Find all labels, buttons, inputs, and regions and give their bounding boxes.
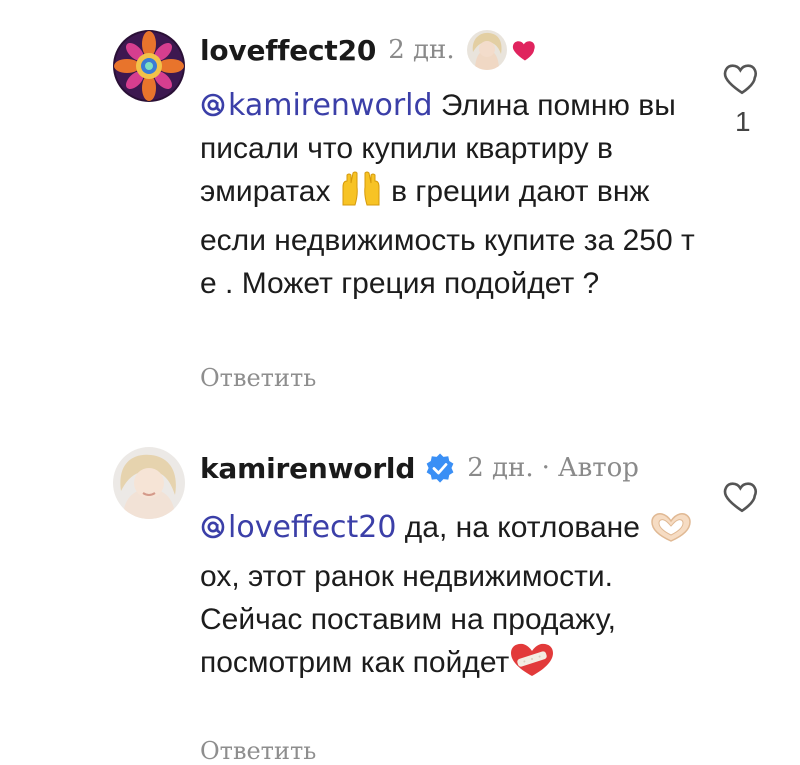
username[interactable]: loveffect20: [200, 34, 376, 67]
separator-dot: ·: [541, 453, 550, 483]
reply-button[interactable]: Ответить: [200, 364, 316, 392]
mention-at-icon: [200, 87, 226, 117]
username[interactable]: kamirenworld: [200, 452, 415, 485]
like-button[interactable]: [722, 60, 762, 96]
avatar[interactable]: [113, 30, 185, 102]
timestamp: 2 дн.: [388, 35, 455, 65]
like-button[interactable]: [722, 478, 762, 514]
timestamp: 2 дн.: [467, 453, 534, 483]
comment-text: loveffect20 да, на котловане ох, этот ра…: [200, 506, 700, 690]
author-badge: Автор: [557, 453, 639, 483]
mention-link[interactable]: loveffect20: [200, 510, 396, 545]
heart-outline-icon[interactable]: [722, 478, 762, 514]
heart-icon: [511, 36, 539, 64]
verified-badge-icon: [425, 453, 455, 483]
comment-text: kamirenworld Элина помню вы писали что к…: [200, 84, 700, 305]
comment-header: kamirenworld 2 дн. · Автор: [200, 446, 639, 490]
heart-hands-emoji: [648, 511, 694, 555]
mention-link[interactable]: kamirenworld: [200, 88, 433, 123]
reply-button[interactable]: Ответить: [200, 737, 316, 765]
mending-heart-emoji: [509, 642, 555, 690]
author-liked-avatar: [466, 30, 507, 70]
raising-hands-emoji: [339, 167, 383, 219]
mention-at-icon: [200, 509, 226, 539]
comment-2: kamirenworld 2 дн. · Автор loveffect20 д…: [0, 430, 800, 765]
comment-text-part: да, на котловане: [396, 511, 649, 544]
mention-text[interactable]: kamirenworld: [228, 88, 433, 123]
comment-header: loveffect20 2 дн.: [200, 28, 539, 72]
mention-text[interactable]: loveffect20: [228, 510, 396, 545]
like-count: 1: [735, 106, 751, 137]
heart-outline-icon[interactable]: [722, 60, 762, 96]
comment-1: loveffect20 2 дн. kamirenworld Элина пом…: [0, 0, 800, 410]
avatar[interactable]: [113, 447, 185, 519]
